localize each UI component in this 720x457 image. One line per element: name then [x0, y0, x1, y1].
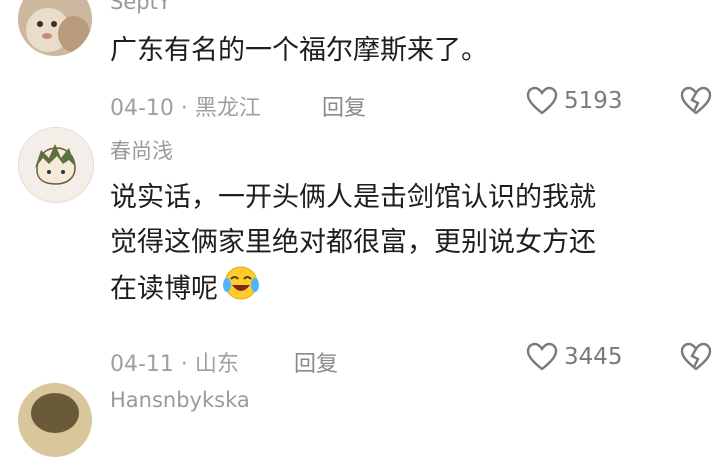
like-button[interactable]: 5193	[526, 86, 623, 116]
like-button[interactable]: 3445	[526, 342, 623, 372]
username[interactable]: Hansnbykska	[110, 388, 250, 412]
reply-button[interactable]: 回复	[322, 90, 366, 122]
meta-separator: ·	[173, 352, 195, 377]
like-count: 5193	[564, 88, 623, 114]
comment-date: 04-11	[110, 352, 174, 377]
comment-meta: 04-10 · 黑龙江	[110, 90, 261, 122]
comment-location: 山东	[194, 352, 239, 377]
comment-line: 在读博呢	[110, 273, 218, 305]
dislike-button[interactable]	[680, 86, 712, 120]
reply-button[interactable]: 回复	[294, 346, 338, 378]
cat-avatar-icon	[18, 0, 92, 56]
crying-laughing-emoji-icon	[222, 265, 260, 315]
comment-location: 黑龙江	[194, 96, 261, 121]
comment-text: 说实话，一开头俩人是击剑馆认识的我就 觉得这俩家里绝对都很富，更别说女方还 在读…	[110, 175, 596, 315]
like-count: 3445	[564, 344, 623, 370]
heart-icon	[526, 86, 558, 115]
username[interactable]: 春尚浅	[110, 135, 173, 165]
comment-line: 说实话，一开头俩人是击剑馆认识的我就	[110, 182, 596, 213]
avatar[interactable]	[18, 383, 92, 457]
meta-separator: ·	[173, 96, 195, 121]
username[interactable]: SeptY	[110, 0, 171, 14]
comment-line: 觉得这俩家里绝对都很富，更别说女方还	[110, 227, 596, 258]
comment-item: SeptY 广东有名的一个福尔摩斯来了。 04-10 · 黑龙江 回复 5193	[0, 0, 720, 125]
heart-icon	[526, 342, 558, 371]
comment-meta: 04-11 · 山东	[110, 346, 239, 378]
anime-character-avatar-icon	[19, 128, 93, 202]
comment-item: 春尚浅 说实话，一开头俩人是击剑馆认识的我就 觉得这俩家里绝对都很富，更别说女方…	[0, 125, 720, 380]
broken-heart-icon	[680, 86, 712, 115]
dislike-button[interactable]	[680, 342, 712, 376]
broken-heart-icon	[680, 342, 712, 371]
comment-item: Hansnbykska	[0, 380, 720, 457]
partial-avatar-icon	[18, 383, 92, 457]
comment-text: 广东有名的一个福尔摩斯来了。	[110, 28, 488, 73]
comment-date: 04-10	[110, 96, 174, 121]
avatar[interactable]	[18, 0, 92, 56]
avatar[interactable]	[18, 127, 94, 203]
comment-line-last: 在读博呢	[110, 265, 596, 315]
comment-line: 广东有名的一个福尔摩斯来了。	[110, 35, 488, 66]
